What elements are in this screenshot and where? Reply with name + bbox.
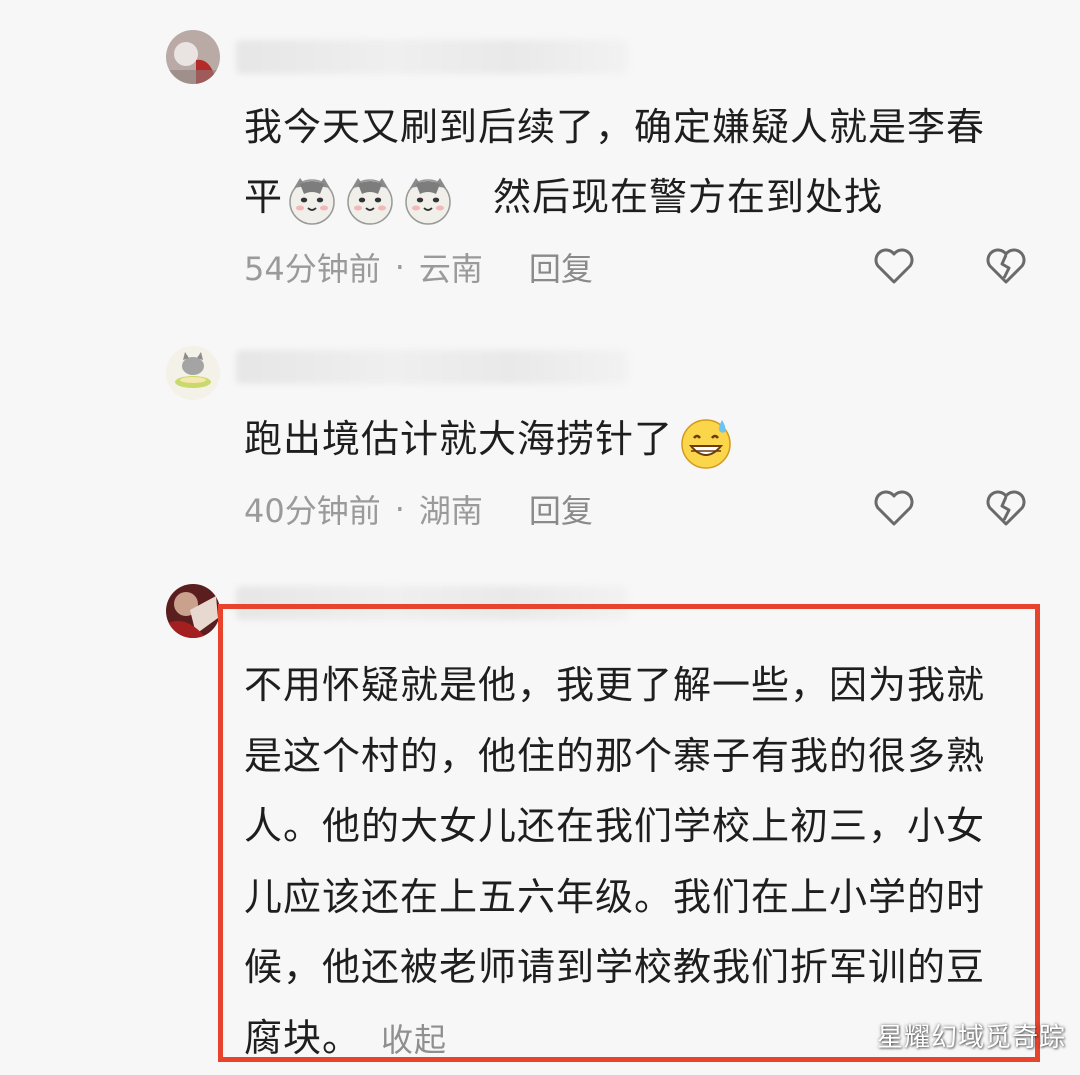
comment-location: 湖南 — [418, 492, 483, 530]
like-heart-icon[interactable] — [872, 486, 916, 530]
comment-location: 云南 — [418, 250, 483, 288]
avatar[interactable] — [166, 30, 220, 84]
comment-text: 不用怀疑就是他，我更了解一些，因为我就 是这个村的，他住的那个寨子有我的很多熟 … — [244, 663, 986, 1060]
comment-meta: 54分钟前 · 云南 回复 — [244, 244, 593, 290]
separator-dot: · — [394, 490, 405, 528]
separator-dot: · — [394, 248, 405, 286]
comment-time: 54分钟前 — [244, 250, 381, 288]
avatar[interactable] — [166, 584, 220, 638]
reply-button[interactable]: 回复 — [529, 486, 593, 532]
comment-text: 跑出境估计就大海捞针了 — [244, 404, 1044, 474]
like-heart-icon[interactable] — [872, 244, 916, 288]
comment-time: 40分钟前 — [244, 492, 381, 530]
comment-meta: 40分钟前 · 湖南 回复 — [244, 486, 593, 532]
dislike-broken-heart-icon[interactable] — [984, 244, 1028, 288]
username-blurred — [236, 350, 628, 384]
cat-face-icon — [286, 174, 338, 226]
username-blurred — [236, 40, 628, 74]
grinning-sweat-icon — [676, 412, 736, 472]
avatar[interactable] — [166, 346, 220, 400]
dislike-broken-heart-icon[interactable] — [984, 486, 1028, 530]
cat-face-icon — [402, 174, 454, 226]
cat-face-icon — [344, 174, 396, 226]
collapse-button[interactable]: 收起 — [381, 1021, 447, 1059]
comment-text: 我今天又刷到后续了，确定嫌疑人就是李春 平然后现在警方在到处找 — [244, 92, 1044, 232]
reply-button[interactable]: 回复 — [529, 244, 593, 290]
watermark: 星耀幻域觅奇踪 — [876, 1023, 1066, 1053]
